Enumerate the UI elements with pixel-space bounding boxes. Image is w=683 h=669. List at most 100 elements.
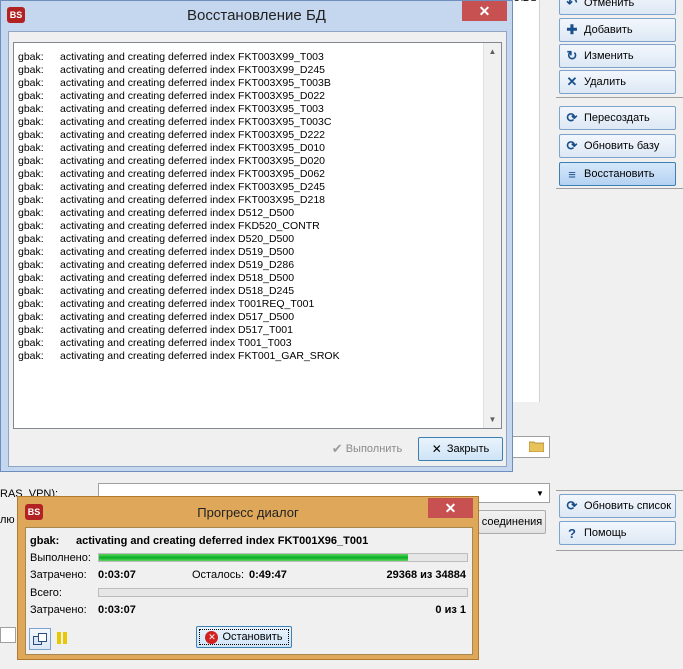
progress-source: gbak: <box>30 535 60 547</box>
log-line: gbak: activating and creating deferred in… <box>18 142 325 155</box>
log-line: gbak: activating and creating deferred in… <box>18 129 325 142</box>
close-button[interactable]: ✕ Закрыть <box>418 437 503 461</box>
log-source: gbak: <box>18 90 44 102</box>
log-line: gbak: activating and creating deferred in… <box>18 311 294 324</box>
log-line: gbak: activating and creating deferred in… <box>18 272 294 285</box>
log-line: gbak: activating and creating deferred in… <box>18 233 294 246</box>
log-source: gbak: <box>18 220 44 232</box>
progress-dialog: BS Прогресс диалог ✕ gbak: activating and… <box>17 496 479 660</box>
undo-icon: ↶ <box>566 0 578 10</box>
log-source: gbak: <box>18 246 44 258</box>
restore-button[interactable]: ≡ Восстановить <box>559 162 676 186</box>
log-text: activating and creating deferred index F… <box>60 129 326 141</box>
log-text: activating and creating deferred index D… <box>60 233 295 245</box>
log-source: gbak: <box>18 298 44 310</box>
button-label: Добавить <box>584 24 633 36</box>
log-text: activating and creating deferred index F… <box>60 155 326 167</box>
log-text: activating and creating deferred index F… <box>60 220 320 232</box>
right-toolbar: ↶ Отменить ✚ Добавить ↻ Изменить ✕ Удалить ⟳ Пер… <box>556 0 683 669</box>
add-icon: ✚ <box>566 22 578 37</box>
elapsed-value: 0:03:07 <box>98 569 136 581</box>
recreate-icon: ⟳ <box>566 110 578 125</box>
log-text: activating and creating deferred index D… <box>60 207 295 219</box>
log-line: gbak: activating and creating deferred in… <box>18 103 324 116</box>
checkmark-icon: ✔ <box>331 441 343 456</box>
update-db-button[interactable]: ⟳ Обновить базу <box>559 134 676 158</box>
log-source: gbak: <box>18 129 44 141</box>
log-source: gbak: <box>18 285 44 297</box>
close-icon[interactable]: ✕ <box>462 1 507 21</box>
log-line: gbak: activating and creating deferred in… <box>18 168 325 181</box>
log-source: gbak: <box>18 51 44 63</box>
log-text: activating and creating deferred index D… <box>60 259 295 271</box>
button-label: Обновить базу <box>584 140 660 152</box>
cross-icon: ✕ <box>431 442 442 456</box>
edit-button[interactable]: ↻ Изменить <box>559 44 676 68</box>
log-text: activating and creating deferred index D… <box>60 272 295 284</box>
log-source: gbak: <box>18 116 44 128</box>
button-label: Обновить список <box>584 500 672 512</box>
help-icon: ? <box>568 525 576 541</box>
total-elapsed-value: 0:03:07 <box>98 604 136 616</box>
done-progress-bar <box>98 553 468 562</box>
undo-button[interactable]: ↶ Отменить <box>559 0 676 15</box>
done-label: Выполнено: <box>30 552 91 564</box>
restore-dialog-title: Восстановление БД <box>187 7 326 24</box>
restore-dialog-titlebar[interactable]: BS Восстановление БД ✕ <box>1 1 512 31</box>
folder-icon[interactable] <box>528 438 545 454</box>
button-label: Удалить <box>584 76 626 88</box>
small-checkbox[interactable] <box>0 627 16 643</box>
delete-icon: ✕ <box>566 74 578 89</box>
log-source: gbak: <box>18 350 44 362</box>
stop-button[interactable]: ✕ Остановить <box>196 626 292 648</box>
total-progress-bar <box>98 588 468 597</box>
log-text: activating and creating deferred index F… <box>60 194 326 206</box>
log-line: gbak: activating and creating deferred in… <box>18 298 314 311</box>
log-text: activating and creating deferred index T… <box>60 298 315 310</box>
update-db-icon: ⟳ <box>566 138 578 153</box>
log-line: gbak: activating and creating deferred in… <box>18 181 325 194</box>
log-source: gbak: <box>18 233 44 245</box>
button-label: Отменить <box>584 0 635 9</box>
refresh-button[interactable]: ⟳ Обновить список <box>559 494 676 518</box>
log-source: gbak: <box>18 168 44 180</box>
log-line: gbak: activating and creating deferred in… <box>18 337 292 350</box>
restore-db-dialog: BS Восстановление БД ✕ ▲ ▼ gbak: activati… <box>0 0 513 472</box>
recreate-button[interactable]: ⟳ Пересоздать <box>559 106 676 130</box>
restore-log[interactable]: ▲ ▼ gbak: activating and creating deferre… <box>13 42 502 429</box>
total-elapsed-label: Затрачено: <box>30 604 87 616</box>
add-button[interactable]: ✚ Добавить <box>559 18 676 42</box>
refresh-icon: ⟳ <box>566 498 578 513</box>
windows-icon[interactable] <box>29 628 51 650</box>
elapsed-label: Затрачено: <box>30 569 87 581</box>
scroll-up-icon[interactable]: ▲ <box>484 43 501 60</box>
log-line: gbak: activating and creating deferred in… <box>18 285 294 298</box>
total-label: Всего: <box>30 587 62 599</box>
log-line: gbak: activating and creating deferred in… <box>18 259 294 272</box>
log-text: activating and creating deferred index D… <box>60 311 295 323</box>
log-source: gbak: <box>18 324 44 336</box>
progress-dialog-titlebar[interactable]: BS Прогресс диалог ✕ <box>18 497 478 527</box>
chevron-down-icon[interactable]: ▼ <box>533 486 547 500</box>
restore-dialog-client: ▲ ▼ gbak: activating and creating deferre… <box>8 31 507 467</box>
log-source: gbak: <box>18 64 44 76</box>
log-line: gbak: activating and creating deferred in… <box>18 51 324 64</box>
log-line: gbak: activating and creating deferred in… <box>18 324 293 337</box>
connection-button[interactable]: соединения <box>478 510 546 534</box>
log-line: gbak: activating and creating deferred in… <box>18 77 331 90</box>
scroll-down-icon[interactable]: ▼ <box>484 411 501 428</box>
log-line: gbak: activating and creating deferred in… <box>18 220 320 233</box>
remaining-value: 0:49:47 <box>249 569 287 581</box>
button-label: Восстановить <box>584 168 655 180</box>
stop-button-label: Остановить <box>222 631 283 643</box>
log-vertical-scrollbar[interactable]: ▲ ▼ <box>483 43 501 428</box>
list-vertical-scrollbar[interactable] <box>539 0 557 402</box>
help-button[interactable]: ? Помощь <box>559 521 676 545</box>
log-text: activating and creating deferred index D… <box>60 285 295 297</box>
log-text: activating and creating deferred index F… <box>60 90 326 102</box>
count-text: 29368 из 34884 <box>386 569 466 581</box>
close-icon[interactable]: ✕ <box>428 498 473 518</box>
progress-message: gbak: activating and creating deferred in… <box>30 535 368 547</box>
delete-button[interactable]: ✕ Удалить <box>559 70 676 94</box>
pause-icon[interactable] <box>57 632 69 644</box>
